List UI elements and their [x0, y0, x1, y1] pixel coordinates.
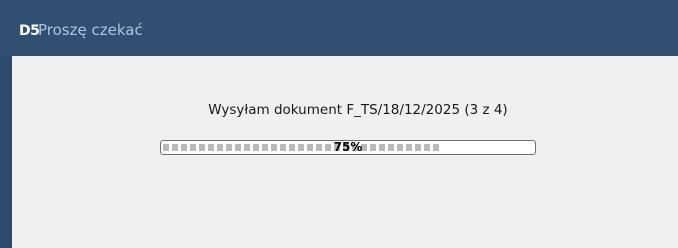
- app-logo: D5: [19, 23, 40, 39]
- status-message: Wysyłam dokument F_TS/18/12/2025 (3 z 4): [208, 102, 508, 118]
- dialog-content: Wysyłam dokument F_TS/18/12/2025 (3 z 4)…: [12, 56, 678, 248]
- progress-bar: 75%: [160, 140, 536, 155]
- progress-dialog: D5 Proszę czekać Wysyłam dokument F_TS/1…: [0, 0, 678, 248]
- window-title: Proszę czekać: [38, 21, 143, 39]
- progress-label: 75%: [333, 140, 363, 154]
- title-bar[interactable]: D5 Proszę czekać: [0, 0, 678, 56]
